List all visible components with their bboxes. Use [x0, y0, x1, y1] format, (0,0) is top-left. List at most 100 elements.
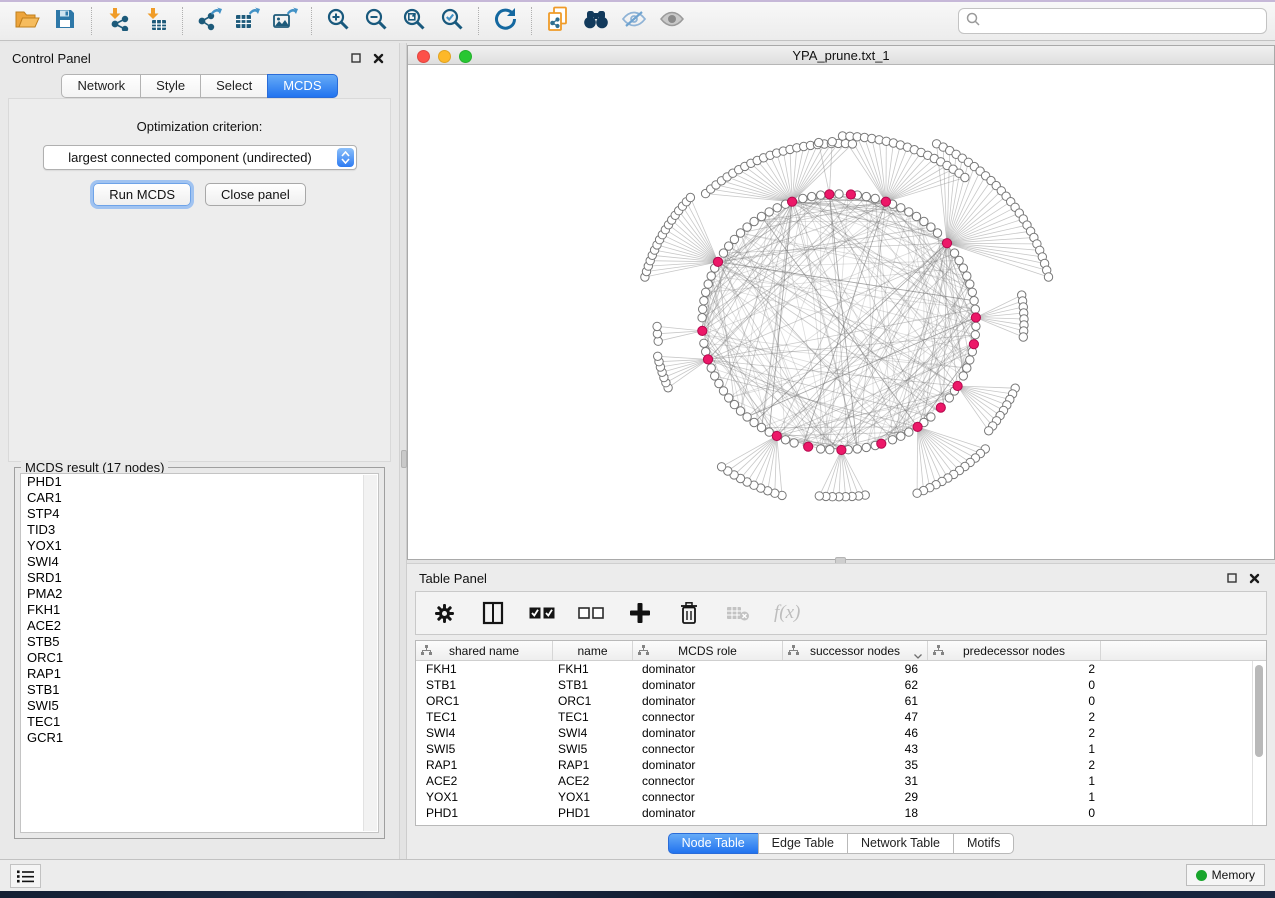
save-session-button[interactable] — [46, 6, 84, 36]
zoom-fit-button[interactable] — [395, 6, 433, 36]
table-cell[interactable]: RAP1 — [416, 758, 553, 772]
search-input[interactable] — [986, 13, 1259, 30]
network-node[interactable] — [905, 208, 913, 216]
mcds-result-item[interactable]: TEC1 — [21, 714, 378, 730]
network-node[interactable] — [704, 280, 712, 288]
close-panel-icon[interactable] — [1245, 570, 1263, 586]
table-cell[interactable]: FKH1 — [553, 662, 633, 676]
network-node[interactable] — [971, 331, 979, 339]
table-cell[interactable]: 2 — [928, 726, 1101, 740]
mcds-result-item[interactable]: STB1 — [21, 682, 378, 698]
table-row[interactable]: SWI5SWI5connector431 — [416, 741, 1266, 757]
network-node[interactable] — [971, 305, 979, 313]
mcds-result-item[interactable]: SWI4 — [21, 554, 378, 570]
column-header-mcds-role[interactable]: MCDS role — [633, 641, 783, 660]
table-cell[interactable]: YOX1 — [553, 790, 633, 804]
table-cell[interactable]: 1 — [928, 774, 1101, 788]
table-cell[interactable]: 2 — [928, 710, 1101, 724]
network-dominator-node[interactable] — [788, 197, 797, 206]
network-node[interactable] — [968, 288, 976, 296]
table-cell[interactable]: SWI4 — [416, 726, 553, 740]
export-image-button[interactable] — [266, 6, 304, 36]
table-cell[interactable]: 0 — [928, 806, 1101, 820]
network-node[interactable] — [897, 432, 905, 440]
first-neighbors-button[interactable] — [577, 6, 615, 36]
table-cell[interactable]: 2 — [928, 662, 1101, 676]
network-node[interactable] — [736, 229, 744, 237]
mcds-result-item[interactable]: FKH1 — [21, 602, 378, 618]
network-node[interactable] — [715, 379, 723, 387]
network-leaf-node[interactable] — [815, 492, 823, 500]
table-cell[interactable]: 2 — [928, 758, 1101, 772]
network-node[interactable] — [707, 272, 715, 280]
new-network-from-selection-button[interactable] — [539, 6, 577, 36]
network-node[interactable] — [702, 288, 710, 296]
network-node[interactable] — [699, 305, 707, 313]
close-panel-icon[interactable] — [369, 50, 387, 66]
network-dominator-node[interactable] — [936, 403, 945, 412]
mcds-result-item[interactable]: GCR1 — [21, 730, 378, 746]
table-cell[interactable]: ACE2 — [416, 774, 553, 788]
network-node[interactable] — [920, 217, 928, 225]
table-cell[interactable]: ORC1 — [416, 694, 553, 708]
table-row[interactable]: PHD1PHD1dominator180 — [416, 805, 1266, 821]
column-header-predecessor-nodes[interactable]: predecessor nodes — [928, 641, 1101, 660]
table-cell[interactable]: STB1 — [553, 678, 633, 692]
network-node[interactable] — [757, 212, 765, 220]
zoom-in-button[interactable] — [319, 6, 357, 36]
network-node[interactable] — [927, 413, 935, 421]
network-leaf-node[interactable] — [653, 322, 661, 330]
tab-motifs[interactable]: Motifs — [953, 833, 1014, 854]
column-selector-button[interactable] — [480, 600, 506, 626]
network-node[interactable] — [955, 256, 963, 264]
minimize-window-icon[interactable] — [438, 50, 451, 63]
table-cell[interactable]: dominator — [633, 662, 783, 676]
network-node[interactable] — [897, 204, 905, 212]
network-node[interactable] — [826, 446, 834, 454]
network-dominator-node[interactable] — [698, 326, 707, 335]
network-dominator-node[interactable] — [837, 445, 846, 454]
network-node[interactable] — [972, 322, 980, 330]
network-leaf-node[interactable] — [686, 193, 694, 201]
mcds-result-item[interactable]: YOX1 — [21, 538, 378, 554]
table-cell[interactable]: dominator — [633, 678, 783, 692]
network-node[interactable] — [711, 372, 719, 380]
network-node[interactable] — [765, 208, 773, 216]
mcds-result-item[interactable]: ACE2 — [21, 618, 378, 634]
delete-column-button[interactable] — [676, 600, 702, 626]
network-node[interactable] — [700, 339, 708, 347]
import-network-button[interactable] — [99, 6, 137, 36]
table-cell[interactable]: SWI5 — [553, 742, 633, 756]
tab-edge-table[interactable]: Edge Table — [758, 833, 848, 854]
table-row[interactable]: FKH1FKH1dominator962 — [416, 661, 1266, 677]
network-node[interactable] — [719, 387, 727, 395]
network-dominator-node[interactable] — [703, 355, 712, 364]
hide-selected-button[interactable] — [615, 6, 653, 36]
network-leaf-node[interactable] — [815, 138, 823, 146]
import-table-button[interactable] — [137, 6, 175, 36]
network-node[interactable] — [700, 297, 708, 305]
vertical-splitter[interactable] — [399, 43, 407, 860]
network-node[interactable] — [862, 443, 870, 451]
network-dominator-node[interactable] — [713, 257, 722, 266]
table-row[interactable]: ORC1ORC1dominator610 — [416, 693, 1266, 709]
network-leaf-node[interactable] — [654, 352, 662, 360]
network-node[interactable] — [817, 445, 825, 453]
table-cell[interactable]: dominator — [633, 694, 783, 708]
table-cell[interactable]: 18 — [783, 806, 928, 820]
table-cell[interactable]: 1 — [928, 790, 1101, 804]
network-dominator-node[interactable] — [877, 439, 886, 448]
network-node[interactable] — [817, 191, 825, 199]
open-file-button[interactable] — [8, 6, 46, 36]
optimization-select[interactable]: largest connected component (undirected) — [43, 145, 357, 170]
table-cell[interactable]: 0 — [928, 694, 1101, 708]
tab-network-table[interactable]: Network Table — [847, 833, 954, 854]
network-node[interactable] — [888, 436, 896, 444]
network-graph[interactable] — [408, 64, 1274, 559]
export-network-button[interactable] — [190, 6, 228, 36]
table-cell[interactable]: 31 — [783, 774, 928, 788]
network-dominator-node[interactable] — [825, 190, 834, 199]
network-node[interactable] — [950, 249, 958, 257]
table-cell[interactable]: connector — [633, 710, 783, 724]
table-cell[interactable]: FKH1 — [416, 662, 553, 676]
